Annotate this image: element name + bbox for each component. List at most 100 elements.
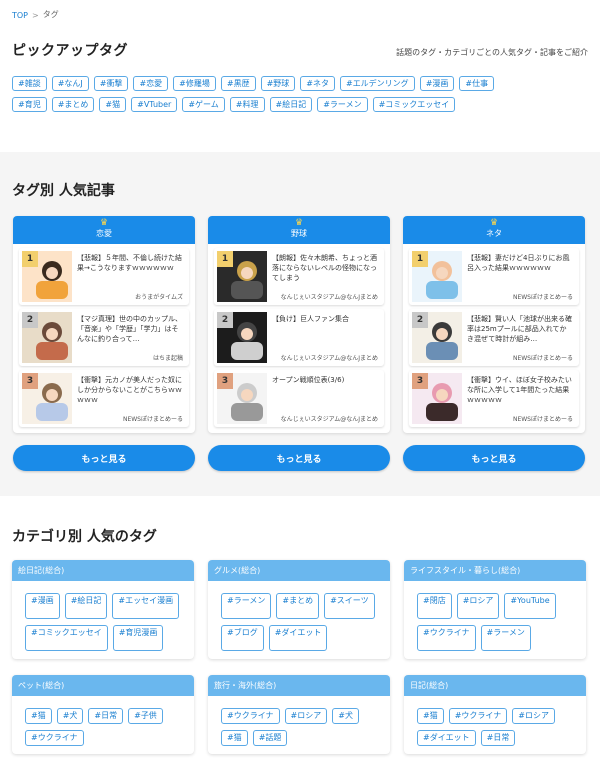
pickup-subtitle: 話題のタグ・カテゴリごとの人気タグ・記事をご紹介 [396,48,588,57]
pickup-tag[interactable]: #エルデンリング [339,76,415,91]
pickup-tag[interactable]: #恋愛 [133,76,169,91]
pickup-tag[interactable]: #修羅場 [173,76,216,91]
category-tag[interactable]: #ウクライナ [417,625,476,651]
pickup-tag[interactable]: #料理 [229,97,265,112]
category-tag[interactable]: #コミックエッセイ [25,625,108,651]
category-tag[interactable]: #猫 [25,708,52,724]
category-tag[interactable]: #ロシア [456,593,500,619]
article-thumbnail[interactable]: 3 [412,373,462,424]
category-tag[interactable]: #猫 [221,730,248,746]
category-tag[interactable]: #漫画 [25,593,60,619]
category-header[interactable]: 絵日記(総合) [12,560,194,581]
pickup-tag[interactable]: #ラーメン [317,97,368,112]
more-button[interactable]: もっと見る [13,445,195,471]
pickup-tag[interactable]: #仕事 [459,76,495,91]
category-tag[interactable]: #ダイエット [417,730,476,746]
ranking-article-item[interactable]: 2 【マジ真理】世の中のカップル、「音楽」や「学歴」「学力」はそんなに釣り合って…… [19,309,189,366]
category-tag[interactable]: #閉店 [417,593,452,619]
category-header[interactable]: 旅行・海外(総合) [208,675,390,696]
card-tag-name[interactable]: ネタ [486,229,502,238]
category-tag[interactable]: #ロシア [284,708,328,724]
category-tag[interactable]: #YouTube [504,593,556,619]
category-tag[interactable]: #ウクライナ [448,708,508,724]
pickup-tag[interactable]: #黒歴 [220,76,256,91]
article-title[interactable]: 【朗報】佐々木朗希、ちょっと酒落にならないレベルの怪物になってしまう [272,253,378,283]
pickup-tag[interactable]: #雑談 [12,76,47,91]
category-tag[interactable]: #育児漫画 [112,625,164,651]
article-thumbnail[interactable]: 1 [22,251,72,302]
pickup-tag[interactable]: #コミックエッセイ [372,97,456,112]
article-title[interactable]: オープン戦順位表(3/6) [272,375,378,405]
category-tag[interactable]: #ラーメン [221,593,272,619]
pickup-tag[interactable]: #育児 [12,97,47,112]
category-tag[interactable]: #ウクライナ [221,708,280,724]
category-tag[interactable]: #ダイエット [268,625,328,651]
category-tag[interactable]: #日常 [88,708,124,724]
article-title[interactable]: 【衝撃】ウイ、ほぼ女子校みたいな所に入学して1年間たった結果ｗｗｗｗｗ [467,375,573,405]
pickup-tag[interactable]: #猫 [99,97,127,112]
category-tag[interactable]: #犬 [332,708,359,724]
pickup-tag[interactable]: #衝撃 [93,76,129,91]
ranking-article-item[interactable]: 2 【悲報】賢い人「池球が出来る確率は25mプールに部品入れてかき混ぜて時計が組み… [409,309,579,366]
pickup-tag[interactable]: #まとめ [51,97,95,112]
ranking-article-item[interactable]: 3 【衝撃】ウイ、ほぼ女子校みたいな所に入学して1年間たった結果ｗｗｗｗｗ NEWS… [409,370,579,427]
category-header[interactable]: ライフスタイル・暮らし(総合) [404,560,586,581]
article-title[interactable]: 【悲報】妻だけど4日ぶりにお風呂入った結果ｗｗｗｗｗｗ [467,253,573,283]
ranking-article-item[interactable]: 3 【衝撃】元カノが美人だった奴にしか分からないことがこちらｗｗｗｗｗ NEWSぽけ… [19,370,189,427]
pickup-tag[interactable]: #VTuber [131,97,178,112]
category-tag[interactable]: #日常 [480,730,516,746]
category-header[interactable]: 日記(総合) [404,675,586,696]
category-tag[interactable]: #エッセイ漫画 [112,593,180,619]
ranking-article-item[interactable]: 3 オープン戦順位表(3/6) なんじぇいスタジアム@なんJまとめ [214,370,384,427]
category-tag[interactable]: #ブログ [221,625,264,651]
article-thumbnail[interactable]: 2 [22,312,72,363]
article-body: 【悲報】５年間、不倫し続けた結果→こうなりますｗｗｗｗｗｗ おうまがタイムズ [72,251,186,302]
pickup-tag[interactable]: #ネタ [300,76,335,91]
article-title[interactable]: 【マジ真理】世の中のカップル、「音楽」や「学歴」「学力」はそんなに釣り合って… [77,314,183,344]
category-tags-title: カテゴリ別 人気のタグ [12,529,157,545]
article-thumbnail[interactable]: 3 [217,373,267,424]
article-source: なんじぇいスタジアム@なんJまとめ [280,294,378,301]
category-tag[interactable]: #子供 [128,708,163,724]
ranking-article-item[interactable]: 1 【悲報】妻だけど4日ぶりにお風呂入った結果ｗｗｗｗｗｗ NEWSぽけまとめーる [409,248,579,305]
pickup-tag[interactable]: #なんJ [51,76,89,91]
category-grid: 絵日記(総合) #漫画 #絵日記 #エッセイ漫画 #コミックエッセイ #育児漫画 グルメ(総… [0,560,600,754]
category-tag[interactable]: #話題 [252,730,288,746]
category-tag[interactable]: #まとめ [276,593,320,619]
more-button[interactable]: もっと見る [403,445,585,471]
category-tag-list: #ウクライナ #ロシア #犬 #猫 #話題 [208,696,390,754]
popular-articles-title: タグ別 人気記事 [12,183,115,199]
article-thumbnail[interactable]: 3 [22,373,72,424]
ranking-article-item[interactable]: 2 【負け】巨人ファン集合 なんじぇいスタジアム@なんJまとめ [214,309,384,366]
category-tag[interactable]: #ウクライナ [25,730,84,746]
category-tag[interactable]: #ラーメン [480,625,531,651]
category-tag[interactable]: #絵日記 [64,593,108,619]
ranking-article-item[interactable]: 1 【朗報】佐々木朗希、ちょっと酒落にならないレベルの怪物になってしまうなんじぇい… [214,248,384,305]
pickup-tag[interactable]: #野球 [260,76,296,91]
card-header: ♛ ネタ [403,216,585,244]
pickup-tag[interactable]: #絵日記 [269,97,313,112]
article-source: NEWSぽけまとめーる [512,416,573,423]
category-tag[interactable]: #ロシア [512,708,555,724]
card-tag-name[interactable]: 野球 [291,229,307,238]
category-tag[interactable]: #スイーツ [324,593,375,619]
category-header[interactable]: グルメ(総合) [208,560,390,581]
article-thumbnail[interactable]: 2 [217,312,267,363]
article-thumbnail[interactable]: 2 [412,312,462,363]
article-title[interactable]: 【衝撃】元カノが美人だった奴にしか分からないことがこちらｗｗｗｗｗ [77,375,183,405]
article-thumbnail[interactable]: 1 [217,251,267,302]
article-title[interactable]: 【負け】巨人ファン集合 [272,314,378,344]
breadcrumb-top-link[interactable]: TOP [12,11,28,20]
article-title[interactable]: 【悲報】賢い人「池球が出来る確率は25mプールに部品入れてかき混ぜて時計が組み… [467,314,573,344]
article-source: はちま起稿 [152,355,183,362]
pickup-tag[interactable]: #ゲーム [182,97,225,112]
article-thumbnail[interactable]: 1 [412,251,462,302]
ranking-article-item[interactable]: 1 【悲報】５年間、不倫し続けた結果→こうなりますｗｗｗｗｗｗ おうまがタイムズ [19,248,189,305]
card-tag-name[interactable]: 恋愛 [96,229,112,238]
more-button[interactable]: もっと見る [208,445,390,471]
category-header[interactable]: ペット(総合) [12,675,194,696]
category-tag[interactable]: #犬 [56,708,84,724]
pickup-tag[interactable]: #漫画 [419,76,455,91]
category-tag[interactable]: #猫 [417,708,444,724]
article-title[interactable]: 【悲報】５年間、不倫し続けた結果→こうなりますｗｗｗｗｗｗ [77,253,183,283]
